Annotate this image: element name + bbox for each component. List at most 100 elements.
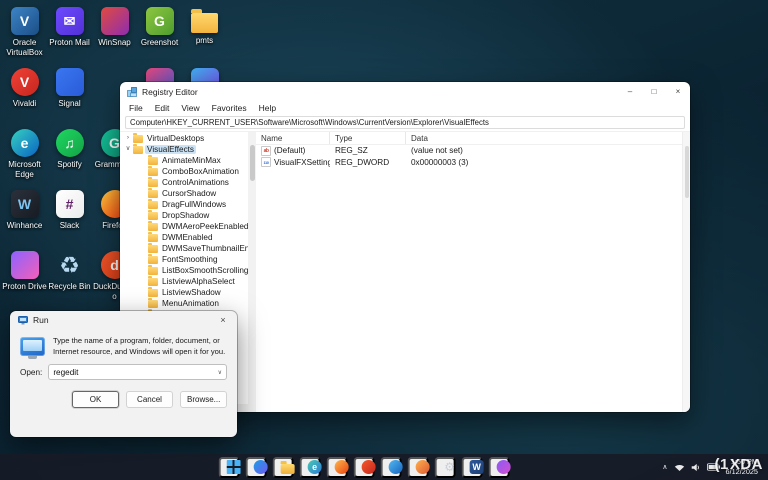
tree-item[interactable]: ListviewShadow [120,287,248,298]
registry-titlebar[interactable]: Registry Editor – □ × [120,82,690,101]
run-buttons: OK Cancel Browse... [10,380,237,408]
open-combobox-value: regedit [53,368,217,377]
value-data: 0x00000003 (3) [406,158,682,167]
desktop-icon-winsnap[interactable]: WinSnap [92,4,137,65]
app-icon [191,13,218,33]
menu-item[interactable]: Favorites [206,103,253,113]
tree-item-label: DragFullWindows [160,200,228,209]
minimize-button[interactable]: – [618,82,642,101]
desktop-icon-vivaldi[interactable]: V Vivaldi [2,65,47,126]
window-controls: × [209,311,237,329]
taskbar-settings[interactable]: ⚙ [435,457,456,478]
scrollbar-thumb[interactable] [250,145,255,181]
scrollbar-thumb[interactable] [685,146,689,198]
taskbar-firefox[interactable] [327,457,348,478]
app-icon [227,460,241,474]
browse-button[interactable]: Browse... [180,391,227,408]
column-header[interactable]: Type [330,132,406,144]
desktop-icon-proton-mail[interactable]: ✉ Proton Mail [47,4,92,65]
registry-value-default[interactable]: (Default) REG_SZ (value not set) [256,145,682,157]
taskbar: e ⚙ [0,454,768,480]
cancel-button[interactable]: Cancel [126,391,173,408]
folder-icon [148,157,158,165]
taskbar-duckduckgo[interactable] [408,457,429,478]
taskbar-edge[interactable]: e [300,457,321,478]
combo-dropdown-arrow-icon[interactable]: ∨ [218,369,222,376]
menu-item[interactable]: Help [253,103,282,113]
ok-button[interactable]: OK [72,391,119,408]
tree-item-visualeffects[interactable]: ∨ VisualEffects [120,144,248,155]
tree-item[interactable]: FontSmoothing [120,254,248,265]
folder-icon [148,212,158,220]
menu-item[interactable]: Edit [149,103,176,113]
app-icon: G [146,7,174,35]
tree-chevron-icon[interactable]: ∨ [125,146,131,153]
registry-address-input[interactable]: Computer\HKEY_CURRENT_USER\Software\Micr… [125,116,685,129]
app-icon-glyph: W [18,197,31,211]
tree-item[interactable]: ControlAnimations [120,177,248,188]
tree-item[interactable]: MenuAnimation [120,298,248,309]
menu-item[interactable]: View [175,103,205,113]
taskbar-proton-drive[interactable] [489,457,510,478]
taskbar-word[interactable]: W [462,457,483,478]
taskbar-file-explorer[interactable] [273,457,294,478]
tree-item-label: FontSmoothing [160,255,220,264]
desktop-icon-label: Oracle VirtualBox [2,38,47,57]
maximize-button[interactable]: □ [642,82,666,101]
desktop-icon-virtualbox[interactable]: V Oracle VirtualBox [2,4,47,65]
run-dialog: Run × Type the name of a program, folder… [10,311,237,437]
tree-item[interactable]: AnimateMinMax [120,155,248,166]
desktop-icon-proton-drive[interactable]: Proton Drive [2,248,47,309]
close-button[interactable]: × [209,311,237,329]
tree-item[interactable]: ListviewAlphaSelect [120,276,248,287]
tree-item[interactable]: DWMAeroPeekEnabled [120,221,248,232]
tree-item-label: ControlAnimations [160,178,231,187]
folder-icon [148,289,158,297]
volume-icon[interactable] [691,463,701,472]
tree-vertical-scrollbar[interactable] [248,132,256,412]
app-icon-glyph: ✉ [64,14,76,28]
tree-item-label: AnimateMinMax [160,156,223,165]
desktop-icon-slack[interactable]: # Slack [47,187,92,248]
app-icon [497,460,511,474]
desktop-icon-pmts-folder[interactable]: pmts [182,4,227,65]
column-header[interactable]: Data [406,132,682,144]
desktop-icon-label: Signal [58,99,80,109]
network-icon[interactable] [674,463,685,472]
desktop-icon-label: Winhance [7,221,43,231]
folder-icon [133,146,143,154]
tree-item-virtualdesktops[interactable]: › VirtualDesktops [120,133,248,144]
desktop-icon-recycle-bin[interactable]: ♻ Recycle Bin [47,248,92,309]
tree-item-label: ComboBoxAnimation [160,167,241,176]
tree-item[interactable]: DragFullWindows [120,199,248,210]
app-icon: ♫ [56,129,84,157]
column-header[interactable]: Name [256,132,330,144]
tree-item[interactable]: CursorShadow [120,188,248,199]
tree-item[interactable]: DropShadow [120,210,248,221]
value-type: REG_SZ [330,146,406,155]
tree-chevron-icon[interactable]: › [125,135,131,142]
tree-item[interactable]: ListBoxSmoothScrolling [120,265,248,276]
taskbar-thunderbird[interactable] [381,457,402,478]
tree-item[interactable]: ComboBoxAnimation [120,166,248,177]
open-combobox[interactable]: regedit ∨ [48,364,227,380]
run-titlebar[interactable]: Run × [10,311,237,329]
menu-item[interactable]: File [123,103,149,113]
taskbar-brave[interactable] [354,457,375,478]
registry-value-visualfxsetting[interactable]: VisualFXSetting REG_DWORD 0x00000003 (3) [256,157,682,169]
tree-item[interactable]: DWMSaveThumbnailEnabled [120,243,248,254]
desktop-icon-signal[interactable]: Signal [47,65,92,126]
app-icon-glyph: G [109,136,120,150]
start-button[interactable] [219,457,240,478]
desktop-icon-spotify[interactable]: ♫ Spotify [47,126,92,187]
desktop-icon-label: pmts [196,36,213,46]
taskbar-search[interactable] [246,457,267,478]
tree-item[interactable]: DWMEnabled [120,232,248,243]
close-button[interactable]: × [666,82,690,101]
app-icon [416,460,430,474]
desktop-icon-microsoft-edge[interactable]: e Microsoft Edge [2,126,47,187]
desktop-icon-greenshot[interactable]: G Greenshot [137,4,182,65]
values-vertical-scrollbar[interactable] [682,132,690,412]
desktop-icon-winhance[interactable]: W Winhance [2,187,47,248]
hidden-icons-chevron-icon[interactable]: ∧ [662,463,667,471]
